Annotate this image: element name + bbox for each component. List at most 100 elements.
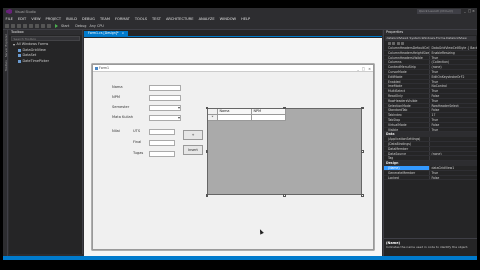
resize-handle-s[interactable] bbox=[283, 194, 286, 197]
property-value[interactable]: True bbox=[429, 89, 477, 93]
toolbox-vtab[interactable]: Toolbox bbox=[4, 60, 8, 71]
property-name: Columns bbox=[388, 60, 402, 65]
quick-launch-input[interactable]: Quick Launch (Ctrl+Q) bbox=[417, 9, 461, 14]
start-icon[interactable] bbox=[55, 23, 58, 28]
configuration-dropdown[interactable]: Debug bbox=[75, 24, 86, 28]
property-value[interactable]: True bbox=[429, 69, 477, 74]
property-name: GenerateMember bbox=[388, 170, 416, 175]
platform-dropdown[interactable]: Any CPU bbox=[89, 24, 103, 28]
data-grid-view[interactable]: Nama NPM * bbox=[207, 108, 362, 195]
close-tab-icon[interactable]: × bbox=[122, 31, 125, 37]
uts-textbox[interactable] bbox=[149, 129, 175, 135]
resize-handle-sw[interactable] bbox=[205, 194, 208, 197]
menu-tools[interactable]: TOOLS bbox=[132, 17, 149, 21]
property-value[interactable]: False bbox=[429, 93, 477, 98]
property-name: MultiSelect bbox=[388, 89, 406, 93]
menu-file[interactable]: FILE bbox=[3, 17, 15, 21]
maximize-button[interactable]: □ bbox=[468, 9, 471, 13]
menu-test[interactable]: TEST bbox=[149, 17, 163, 21]
property-name: TabIndex bbox=[388, 113, 402, 117]
property-value[interactable]: EnableResizing bbox=[429, 50, 477, 55]
property-value[interactable]: EditOnKeystrokeOrF2 bbox=[429, 74, 477, 79]
property-value[interactable]: DataGridViewCellStyle { BackColor bbox=[429, 46, 477, 50]
menu-view[interactable]: VIEW bbox=[29, 17, 43, 21]
minimize-button[interactable]: _ bbox=[464, 9, 467, 13]
dropdown-arrow-icon bbox=[177, 117, 180, 120]
resize-handle-e[interactable] bbox=[361, 150, 364, 153]
property-value[interactable]: dataGridView1 bbox=[429, 165, 477, 170]
property-value[interactable]: True bbox=[429, 117, 477, 122]
property-value[interactable]: False bbox=[429, 108, 477, 113]
menu-debug[interactable]: DEBUG bbox=[80, 17, 98, 21]
open-icon[interactable] bbox=[23, 23, 27, 28]
semester-combobox[interactable] bbox=[149, 105, 181, 111]
left-tool-strip: Server Explorer Toolbox bbox=[3, 30, 8, 260]
insert-button[interactable]: Insert bbox=[183, 145, 203, 155]
property-value[interactable]: True bbox=[429, 98, 477, 103]
save-all-icon[interactable] bbox=[35, 23, 39, 28]
resize-handle-se[interactable] bbox=[361, 194, 364, 197]
property-value[interactable] bbox=[429, 156, 477, 161]
menu-analyze[interactable]: ANALYZE bbox=[196, 17, 217, 21]
tab-form1-design[interactable]: Form1.cs [Design]* × bbox=[84, 30, 129, 37]
property-value[interactable]: True bbox=[429, 127, 477, 132]
mata-kuliah-combobox[interactable] bbox=[149, 115, 181, 121]
property-row[interactable]: Locked False bbox=[384, 175, 477, 181]
resize-handle-w[interactable] bbox=[205, 150, 208, 153]
server-explorer-vtab[interactable]: Server Explorer bbox=[4, 34, 8, 57]
menu-project[interactable]: PROJECT bbox=[43, 17, 64, 21]
menu-edit[interactable]: EDIT bbox=[15, 17, 28, 21]
add-button[interactable]: + bbox=[183, 130, 203, 140]
property-value[interactable]: (none) bbox=[429, 65, 477, 69]
resize-handle-ne[interactable] bbox=[361, 106, 364, 109]
property-value[interactable]: True bbox=[429, 170, 477, 175]
forward-icon[interactable] bbox=[11, 23, 15, 28]
property-value[interactable]: True bbox=[429, 79, 477, 84]
menu-build[interactable]: BUILD bbox=[64, 17, 80, 21]
property-name: VirtualMode bbox=[388, 122, 407, 127]
events-icon[interactable] bbox=[401, 42, 404, 45]
save-icon[interactable] bbox=[29, 23, 33, 28]
menu-format[interactable]: FORMAT bbox=[112, 17, 132, 21]
toolbox-item-datetimepicker[interactable]: DateTimePicker bbox=[9, 59, 82, 65]
property-name: Tag bbox=[388, 156, 394, 161]
nama-textbox[interactable] bbox=[149, 85, 181, 91]
property-value[interactable]: RowHeaderSelect bbox=[429, 103, 477, 108]
npm-textbox[interactable] bbox=[149, 95, 181, 101]
final-textbox[interactable] bbox=[149, 140, 175, 146]
menu-help[interactable]: HELP bbox=[239, 17, 253, 21]
properties-icon[interactable] bbox=[396, 42, 400, 45]
close-button[interactable]: × bbox=[472, 9, 475, 13]
undo-icon[interactable] bbox=[41, 23, 45, 28]
property-value[interactable]: (none) bbox=[429, 151, 477, 156]
resize-handle-n[interactable] bbox=[283, 106, 286, 109]
menu-team[interactable]: TEAM bbox=[97, 17, 112, 21]
menu-window[interactable]: WINDOW bbox=[217, 17, 238, 21]
grid-new-row[interactable]: * bbox=[208, 115, 361, 121]
form1[interactable]: Form1 _ □ × Nama NPM Semester Mata Kulia… bbox=[92, 64, 374, 250]
property-value[interactable]: (Collection) bbox=[429, 60, 477, 65]
resize-handle-nw[interactable] bbox=[205, 106, 208, 109]
properties-object-selector[interactable]: dataGridView1 System.Windows.Forms.DataG… bbox=[385, 35, 476, 41]
alphabetical-icon[interactable] bbox=[392, 42, 395, 45]
categorized-icon[interactable] bbox=[387, 42, 391, 45]
property-value[interactable] bbox=[429, 146, 477, 151]
menu-architecture[interactable]: ARCHITECTURE bbox=[163, 17, 196, 21]
property-value[interactable] bbox=[429, 141, 477, 146]
properties-title: Properties bbox=[384, 30, 477, 35]
start-button[interactable]: Start bbox=[61, 24, 69, 28]
grid-cell[interactable] bbox=[252, 115, 286, 121]
tugas-textbox[interactable] bbox=[149, 151, 175, 157]
toolbox-search-input[interactable]: Search Toolbox bbox=[11, 36, 80, 41]
property-value[interactable]: NoControl bbox=[429, 84, 477, 89]
property-value[interactable]: False bbox=[429, 175, 477, 180]
property-value[interactable] bbox=[429, 137, 477, 141]
grid-cell[interactable] bbox=[218, 115, 252, 121]
back-icon[interactable] bbox=[5, 23, 9, 28]
new-project-icon[interactable] bbox=[17, 23, 21, 28]
design-surface[interactable]: Form1 _ □ × Nama NPM Semester Mata Kulia… bbox=[84, 38, 382, 260]
redo-icon[interactable] bbox=[47, 23, 51, 28]
property-value[interactable]: True bbox=[429, 55, 477, 60]
property-value[interactable]: 17 bbox=[429, 113, 477, 117]
property-value[interactable]: False bbox=[429, 122, 477, 127]
